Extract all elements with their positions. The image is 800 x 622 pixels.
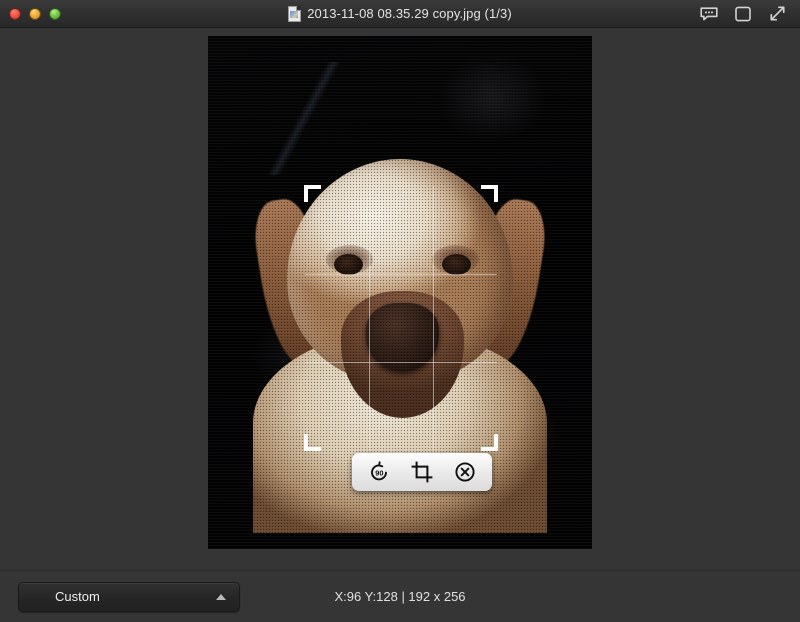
comment-icon[interactable] <box>699 5 719 23</box>
crop-selection[interactable] <box>304 185 498 451</box>
crop-button[interactable] <box>407 457 437 487</box>
sidebar-icon[interactable] <box>733 5 753 23</box>
image-viewer-window: 2013-11-08 08.35.29 copy.jpg (1/3) 90 Cu… <box>0 0 800 622</box>
aspect-ratio-value: Custom <box>55 589 100 604</box>
rotate-90-button[interactable]: 90 <box>364 457 394 487</box>
window-controls <box>0 7 61 20</box>
crop-handle-top-left[interactable] <box>304 185 321 202</box>
bottom-toolbar: Custom X:96 Y:128 | 192 x 256 <box>0 570 800 622</box>
aspect-ratio-select[interactable]: Custom <box>18 581 240 612</box>
crop-handle-bottom-right[interactable] <box>481 434 498 451</box>
close-button[interactable] <box>9 7 21 20</box>
crop-handle-bottom-left[interactable] <box>304 434 321 451</box>
zoom-button[interactable] <box>49 7 61 20</box>
title-bar: 2013-11-08 08.35.29 copy.jpg (1/3) <box>0 0 800 28</box>
window-title-group: 2013-11-08 08.35.29 copy.jpg (1/3) <box>0 0 800 27</box>
window-title: 2013-11-08 08.35.29 copy.jpg (1/3) <box>307 6 512 21</box>
minimize-button[interactable] <box>29 7 41 20</box>
svg-text:90: 90 <box>376 469 384 478</box>
titlebar-actions <box>699 5 800 23</box>
image-canvas[interactable]: 90 <box>0 28 800 570</box>
crop-tool-palette: 90 <box>352 453 492 491</box>
crop-handle-top-right[interactable] <box>481 185 498 202</box>
image-file-icon <box>288 5 302 22</box>
cancel-crop-button[interactable] <box>450 457 480 487</box>
chevron-up-icon <box>216 593 226 600</box>
fullscreen-icon[interactable] <box>767 5 787 23</box>
crop-thirds-grid <box>305 186 497 450</box>
